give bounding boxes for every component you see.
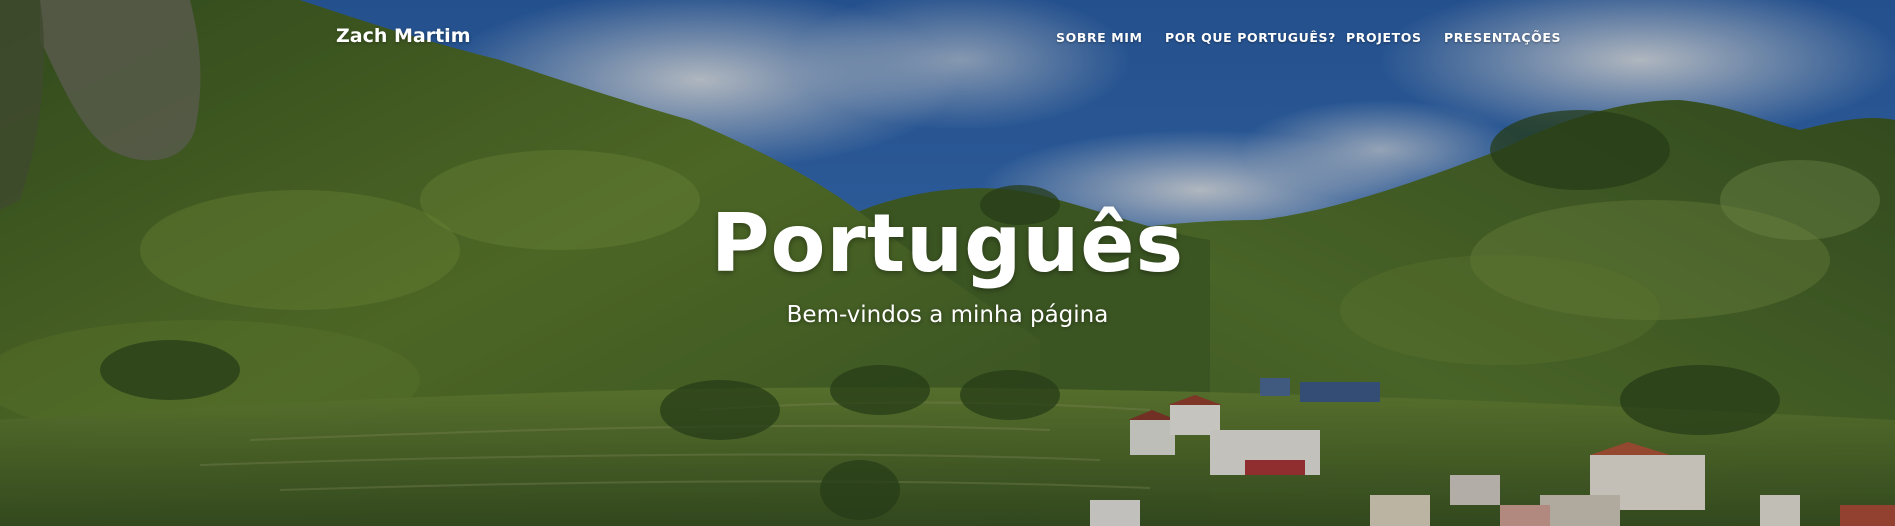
- nav-item-sobre-mim[interactable]: SOBRE MIM: [1056, 30, 1143, 45]
- brand-link[interactable]: Zach Martim: [336, 25, 471, 47]
- nav-item-presentacoes[interactable]: PRESENTAÇÕES: [1444, 30, 1561, 45]
- page-subtitle: Bem-vindos a minha página: [786, 302, 1109, 328]
- nav-item-projetos[interactable]: PROJETOS: [1346, 30, 1422, 45]
- page-title: Português: [710, 197, 1185, 290]
- top-navbar: Zach Martim SOBRE MIM POR QUE PORTUGUÊS?…: [0, 0, 1895, 76]
- hero-header: Zach Martim SOBRE MIM POR QUE PORTUGUÊS?…: [0, 0, 1895, 526]
- nav-item-por-que-portugues[interactable]: POR QUE PORTUGUÊS?: [1165, 30, 1336, 45]
